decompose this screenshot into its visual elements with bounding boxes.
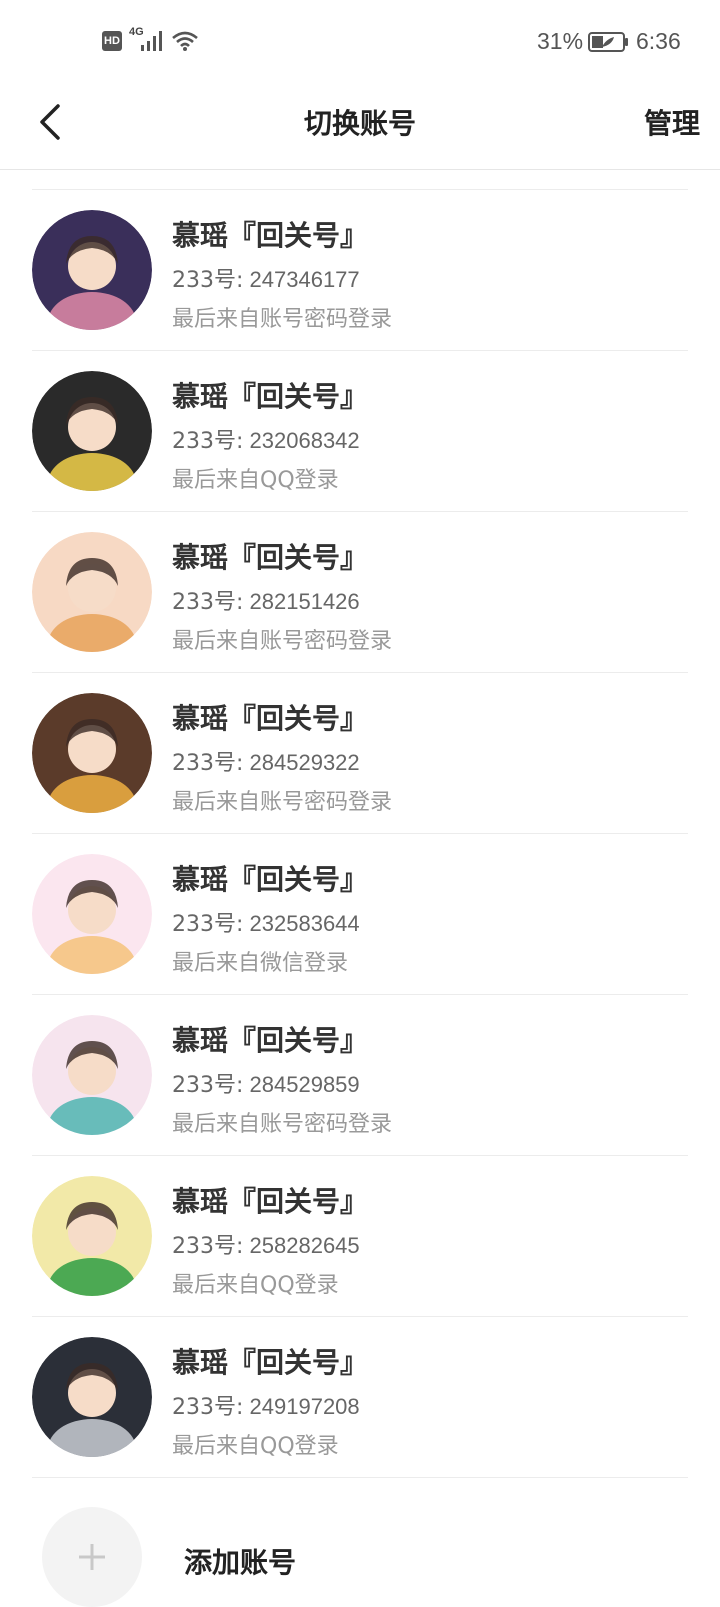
account-item[interactable]: 慕瑶『回关号』 233号: 258282645 最后来自QQ登录 <box>32 1156 688 1317</box>
account-name: 慕瑶『回关号』 <box>172 702 369 735</box>
avatar-image <box>32 1015 152 1135</box>
account-item[interactable]: 慕瑶『回关号』 233号: 232583644 最后来自微信登录 <box>32 834 688 995</box>
account-id-line: 233号: 258282645 <box>172 1228 360 1260</box>
account-id-prefix: 233号: <box>172 751 244 776</box>
add-account-button[interactable]: 添加账号 <box>32 1507 688 1607</box>
avatar <box>32 1176 152 1296</box>
avatar <box>32 693 152 813</box>
avatar <box>32 854 152 974</box>
avatar <box>32 1337 152 1457</box>
account-id-prefix: 233号: <box>172 1234 244 1259</box>
plus-icon <box>79 1544 105 1570</box>
account-item[interactable]: 慕瑶『回关号』 233号: 247346177 最后来自账号密码登录 <box>32 190 688 351</box>
account-id-line: 233号: 247346177 <box>172 262 360 294</box>
account-name: 慕瑶『回关号』 <box>172 219 369 252</box>
account-login-source: 最后来自账号密码登录 <box>172 1112 393 1137</box>
account-id: 282151426 <box>249 589 360 614</box>
clock: 6:36 <box>636 28 681 54</box>
account-login-source: 最后来自QQ登录 <box>172 1434 339 1459</box>
account-id-line: 233号: 282151426 <box>172 584 360 616</box>
status-bar: HD 4G 31% 6:36 <box>0 0 720 84</box>
battery-percent: 31% <box>537 28 584 54</box>
account-name: 慕瑶『回关号』 <box>172 380 369 413</box>
account-name: 慕瑶『回关号』 <box>172 863 369 896</box>
avatar-image <box>32 693 152 813</box>
avatar-image <box>32 1337 152 1457</box>
account-login-source: 最后来自微信登录 <box>172 951 349 976</box>
avatar <box>32 371 152 491</box>
hd-badge: HD <box>102 31 122 51</box>
account-name: 慕瑶『回关号』 <box>172 541 369 574</box>
account-item[interactable]: 慕瑶『回关号』 233号: 282151426 最后来自账号密码登录 <box>32 512 688 673</box>
account-login-source: 最后来自QQ登录 <box>172 1273 339 1298</box>
account-id-line: 233号: 232583644 <box>172 906 360 938</box>
account-name: 慕瑶『回关号』 <box>172 1024 369 1057</box>
avatar <box>32 1015 152 1135</box>
header-bar: 切换账号 管理 <box>0 84 720 170</box>
account-id-line: 233号: 249197208 <box>172 1389 360 1421</box>
account-item[interactable]: 慕瑶『回关号』 233号: 284529859 最后来自账号密码登录 <box>32 995 688 1156</box>
account-id-prefix: 233号: <box>172 429 244 454</box>
account-id-prefix: 233号: <box>172 1395 244 1420</box>
signal-icon <box>141 31 162 51</box>
account-id-line: 233号: 284529859 <box>172 1067 360 1099</box>
account-id-line: 233号: 284529322 <box>172 745 360 777</box>
add-account-label: 添加账号 <box>184 1546 297 1579</box>
battery-icon <box>588 32 628 52</box>
avatar-image <box>32 210 152 330</box>
wifi-icon <box>172 31 198 51</box>
avatar-image <box>32 854 152 974</box>
account-login-source: 最后来自账号密码登录 <box>172 790 393 815</box>
account-id: 232068342 <box>249 428 360 453</box>
account-login-source: 最后来自QQ登录 <box>172 468 339 493</box>
avatar-image <box>32 371 152 491</box>
page-title: 切换账号 <box>303 107 416 140</box>
manage-button[interactable]: 管理 <box>644 102 700 142</box>
avatar-image <box>32 1176 152 1296</box>
account-login-source: 最后来自账号密码登录 <box>172 629 393 654</box>
account-id: 284529859 <box>249 1072 360 1097</box>
avatar-image <box>32 532 152 652</box>
avatar <box>32 532 152 652</box>
account-id-prefix: 233号: <box>172 590 244 615</box>
account-id: 232583644 <box>249 911 360 936</box>
avatar <box>32 210 152 330</box>
account-id: 258282645 <box>249 1233 360 1258</box>
account-id-prefix: 233号: <box>172 912 244 937</box>
account-item[interactable]: 慕瑶『回关号』 233号: 249197208 最后来自QQ登录 <box>32 1317 688 1478</box>
add-account-circle[interactable] <box>42 1507 142 1607</box>
account-id-prefix: 233号: <box>172 268 244 293</box>
account-name: 慕瑶『回关号』 <box>172 1346 369 1379</box>
account-id: 247346177 <box>249 267 360 292</box>
account-item[interactable]: 慕瑶『回关号』 233号: 232068342 最后来自QQ登录 <box>32 351 688 512</box>
account-id-prefix: 233号: <box>172 1073 244 1098</box>
account-item[interactable]: 慕瑶『回关号』 233号: 284529322 最后来自账号密码登录 <box>32 673 688 834</box>
account-id: 249197208 <box>249 1394 360 1419</box>
account-login-source: 最后来自账号密码登录 <box>172 307 393 332</box>
account-id: 284529322 <box>249 750 360 775</box>
account-id-line: 233号: 232068342 <box>172 423 360 455</box>
account-list: 慕瑶『回关号』 233号: 247346177 最后来自账号密码登录 慕瑶『回关号』 2… <box>32 189 688 1478</box>
account-name: 慕瑶『回关号』 <box>172 1185 369 1218</box>
